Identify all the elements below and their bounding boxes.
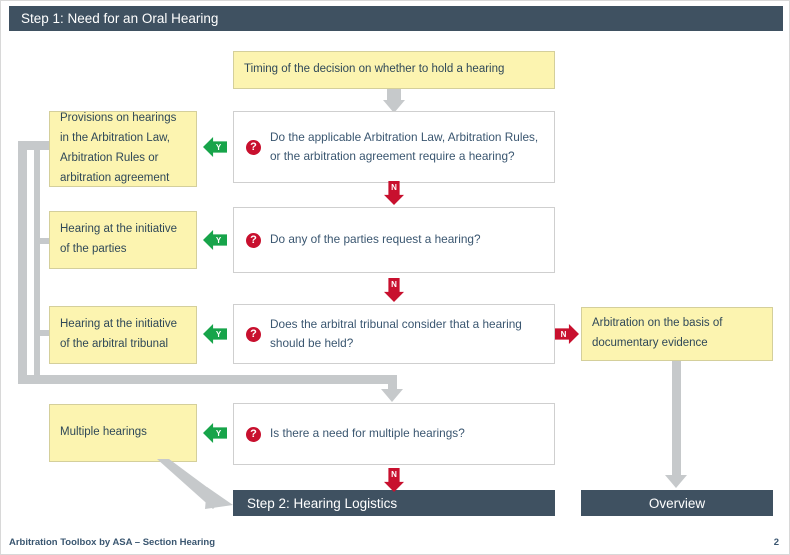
question-mark-icon: ? <box>246 232 261 248</box>
outcome-box-4-label: Multiple hearings <box>60 426 147 439</box>
overview-label: Overview <box>648 495 706 511</box>
question-box-3-text: Does the arbitral tribunal consider that… <box>270 316 522 350</box>
documentary-evidence-box: Arbitration on the basis of documentary … <box>581 307 773 361</box>
outcome-box-2-label: Hearing at the initiative of the parties <box>60 223 177 255</box>
no-marker-1-label: N <box>391 183 397 192</box>
entry-box-timing: Timing of the decision on whether to hol… <box>233 51 555 89</box>
connector-left-trunk <box>18 141 27 384</box>
step2-target-bar[interactable]: Step 2: Hearing Logistics <box>233 490 555 516</box>
yes-marker-1: Y <box>203 137 227 157</box>
footer-source-text: Arbitration Toolbox by ASA – Section Hea… <box>9 537 216 548</box>
no-marker-2-label: N <box>391 280 397 289</box>
step2-label: Step 2: Hearing Logistics <box>247 495 398 511</box>
outcome-box-3: Hearing at the initiative of the arbitra… <box>49 306 197 364</box>
question-box-4-text: Is there a need for multiple hearings? <box>270 426 465 441</box>
outcome-box-3-label: Hearing at the initiative of the arbitra… <box>60 318 177 350</box>
connector-branch3-vert <box>34 336 40 375</box>
question-mark-icon: ? <box>246 426 261 442</box>
outcome-box-2: Hearing at the initiative of the parties <box>49 211 197 269</box>
connector-left-bottom-run <box>18 375 397 384</box>
question-mark-icon: ? <box>246 326 261 342</box>
question-box-1: ? Do the applicable Arbitration Law, Arb… <box>233 111 555 183</box>
no-marker-3: N <box>555 324 579 344</box>
no-marker-3-label: N <box>560 329 567 339</box>
page-title: Step 1: Need for an Oral Hearing <box>21 11 219 26</box>
yes-marker-1-label: Y <box>215 142 222 152</box>
question-box-3: ? Does the arbitral tribunal consider th… <box>233 304 555 364</box>
connector-overview-shaft <box>672 361 681 476</box>
no-marker-1: N <box>384 181 404 205</box>
no-marker-2: N <box>384 278 404 302</box>
connector-branch2-vert <box>34 244 40 336</box>
entry-box-label: Timing of the decision on whether to hol… <box>244 63 505 76</box>
connector-overview-arrowhead <box>665 475 687 488</box>
no-marker-4-label: N <box>391 470 397 479</box>
yes-marker-3: Y <box>203 324 227 344</box>
yes-marker-4-label: Y <box>215 428 222 438</box>
question-box-2-text: Do any of the parties request a hearing? <box>270 232 481 247</box>
connector-branch1-vert <box>34 149 40 244</box>
documentary-evidence-label: Arbitration on the basis of documentary … <box>592 317 723 349</box>
outcome-box-4: Multiple hearings <box>49 404 197 462</box>
slide-canvas: Step 1: Need for an Oral Hearing Timing … <box>0 0 790 555</box>
no-marker-4: N <box>384 468 404 492</box>
question-box-4: ? Is there a need for multiple hearings? <box>233 403 555 465</box>
yes-marker-2-label: Y <box>215 235 222 245</box>
overview-target-bar[interactable]: Overview <box>581 490 773 516</box>
outcome-box-1: Provisions on hearings in the Arbitratio… <box>49 111 197 187</box>
question-box-2: ? Do any of the parties request a hearin… <box>233 207 555 273</box>
yes-marker-2: Y <box>203 230 227 250</box>
yes-marker-3-label: Y <box>215 329 222 339</box>
question-mark-icon: ? <box>246 139 261 155</box>
connector-q4-arrowhead <box>381 389 403 402</box>
outcome-box-1-label: Provisions on hearings in the Arbitratio… <box>60 112 177 184</box>
connector-entry-shaft <box>387 89 401 100</box>
yes-marker-4: Y <box>203 423 227 443</box>
question-box-1-text: Do the applicable Arbitration Law, Arbit… <box>270 129 539 163</box>
footer-page-number: 2 <box>773 537 779 548</box>
slide-title-bar: Step 1: Need for an Oral Hearing <box>9 6 783 31</box>
